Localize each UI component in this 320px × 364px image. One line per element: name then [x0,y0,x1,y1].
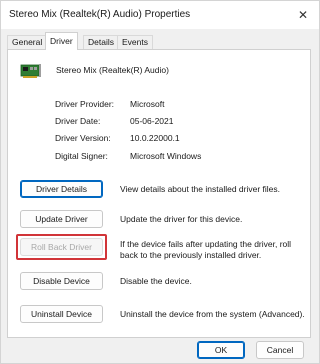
ok-button[interactable]: OK [197,341,245,359]
update-driver-description: Update the driver for this device. [120,214,243,224]
dialog-body: General Driver Details Events Stereo Mix… [1,29,319,363]
tab-driver[interactable]: Driver [45,32,78,50]
device-name: Stereo Mix (Realtek(R) Audio) [56,65,169,75]
digital-signer-label: Digital Signer: [55,151,108,161]
title-bar: Stereo Mix (Realtek(R) Audio) Properties… [1,1,319,29]
uninstall-device-description: Uninstall the device from the system (Ad… [120,309,305,319]
driver-details-description: View details about the installed driver … [120,184,281,194]
cancel-button[interactable]: Cancel [256,341,304,359]
audio-card-icon [20,64,41,78]
properties-dialog: Stereo Mix (Realtek(R) Audio) Properties… [0,0,320,364]
roll-back-driver-description: If the device fails after updating the d… [120,239,292,260]
update-driver-button[interactable]: Update Driver [20,210,103,228]
close-icon[interactable]: ✕ [293,5,313,25]
driver-details-button[interactable]: Driver Details [20,180,103,198]
tab-general[interactable]: General [7,35,48,49]
driver-provider-value: Microsoft [130,99,165,109]
tab-events[interactable]: Events [117,35,153,49]
disable-device-description: Disable the device. [120,276,192,286]
driver-tab-panel: Stereo Mix (Realtek(R) Audio) Driver Pro… [7,49,311,338]
digital-signer-value: Microsoft Windows [130,151,202,161]
driver-version-label: Driver Version: [55,133,111,143]
driver-version-value: 10.0.22000.1 [130,133,180,143]
uninstall-device-button[interactable]: Uninstall Device [20,305,103,323]
disable-device-button[interactable]: Disable Device [20,272,103,290]
driver-date-value: 05-06-2021 [130,116,174,126]
roll-back-driver-button[interactable]: Roll Back Driver [20,238,103,256]
driver-provider-label: Driver Provider: [55,99,115,109]
window-title: Stereo Mix (Realtek(R) Audio) Properties [9,9,191,20]
driver-date-label: Driver Date: [55,116,101,126]
tab-details[interactable]: Details [83,35,119,49]
